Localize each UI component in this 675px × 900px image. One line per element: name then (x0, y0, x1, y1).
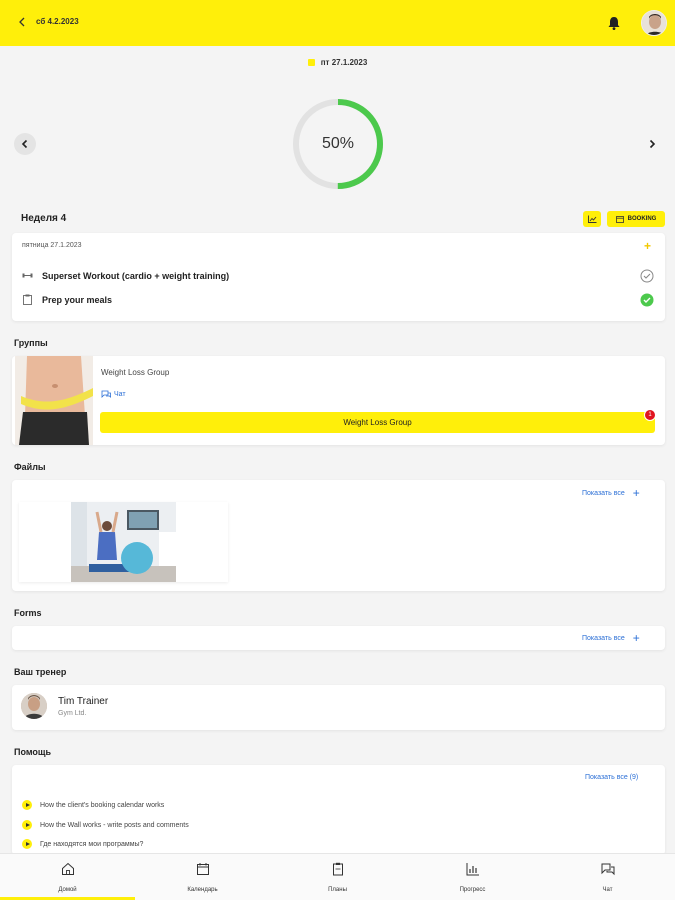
nav-label: Чат (602, 887, 613, 893)
trainer-name: Tim Trainer (58, 696, 109, 707)
nav-plans[interactable]: Планы (270, 862, 405, 893)
task-label: Prep your meals (42, 295, 113, 305)
add-task-button[interactable]: + (644, 239, 651, 253)
chevron-left-icon[interactable] (14, 14, 30, 30)
chart-button[interactable] (583, 211, 601, 227)
nav-label: Домой (58, 887, 77, 893)
play-icon (22, 800, 32, 810)
previous-day-button[interactable] (14, 133, 36, 155)
plus-icon: + (632, 486, 640, 500)
calendar-icon (615, 216, 624, 223)
trainer-org: Gym Ltd. (58, 710, 87, 717)
nav-label: Прогресс (459, 887, 486, 893)
group-image (15, 356, 93, 445)
help-show-all-button[interactable]: Показать все (9) (585, 774, 638, 781)
files-show-all-label: Показать все (582, 489, 625, 497)
home-icon (61, 862, 74, 875)
dumbbell-icon (22, 273, 33, 278)
clipboard-icon (23, 294, 32, 305)
group-card[interactable]: Weight Loss Group Чат Weight Loss Group (12, 356, 665, 445)
files-title: Файлы (14, 462, 46, 472)
group-open-button[interactable]: Weight Loss Group (100, 412, 655, 433)
booking-label: BOOKING (627, 216, 657, 222)
user-avatar[interactable] (641, 10, 667, 36)
booking-button[interactable]: BOOKING (607, 211, 665, 227)
chevron-left-icon (21, 139, 28, 149)
next-day-button[interactable] (641, 133, 663, 155)
chevron-right-icon (649, 139, 656, 149)
nav-chat[interactable]: Чат (540, 862, 675, 893)
help-card: Показать все (9) How the client's bookin… (12, 765, 665, 855)
day-header: пятница 27.1.2023 (22, 242, 82, 249)
calendar-icon (196, 863, 209, 875)
play-icon (22, 820, 32, 830)
group-chat-link[interactable]: Чат (101, 390, 126, 398)
trainer-avatar (21, 693, 47, 719)
current-date-label: пт 27.1.2023 (320, 58, 368, 67)
trainer-title: Ваш тренер (14, 667, 67, 677)
trainer-card[interactable]: Tim Trainer Gym Ltd. (12, 685, 665, 730)
week-title: Неделя 4 (21, 213, 67, 224)
file-thumbnail[interactable] (19, 502, 228, 582)
chat-icon (601, 863, 614, 876)
line-chart-icon (587, 215, 596, 223)
help-item[interactable]: How the client's booking calendar works (22, 800, 164, 810)
forms-title: Forms (14, 608, 42, 618)
day-card: пятница 27.1.2023 + Superset Workout (ca… (12, 233, 665, 321)
help-item[interactable]: How the Wall works - write posts and com… (22, 820, 189, 830)
nav-calendar[interactable]: Календарь (135, 862, 270, 893)
nav-label: Календарь (187, 887, 218, 893)
help-item-label: How the client's booking calendar works (40, 801, 165, 809)
chat-icon (101, 390, 111, 398)
forms-show-all-button[interactable]: Показать все + (582, 631, 640, 645)
plan-icon (332, 862, 343, 876)
check-outline-icon[interactable] (640, 269, 654, 283)
plus-icon: + (632, 631, 640, 645)
file-image (71, 502, 176, 582)
files-card: Показать все + (12, 480, 665, 591)
header-date: сб 4.2.2023 (36, 17, 79, 26)
nav-progress[interactable]: Прогресс (405, 862, 540, 893)
task-label: Superset Workout (cardio + weight traini… (42, 271, 230, 281)
group-chat-label: Чат (114, 390, 126, 398)
play-icon (22, 839, 32, 849)
nav-label: Планы (328, 887, 347, 893)
help-item[interactable]: Где находятся мои программы? (22, 839, 143, 849)
group-name: Weight Loss Group (101, 368, 170, 377)
forms-show-all-label: Показать все (582, 634, 625, 642)
groups-title: Группы (14, 338, 48, 348)
progress-chart-icon (466, 863, 479, 876)
task-row[interactable]: Prep your meals (12, 290, 665, 310)
bottom-navigation: Домой Календарь Планы Прогресс Чат (0, 853, 675, 900)
check-filled-icon[interactable] (640, 293, 654, 307)
notification-badge: 1 (644, 409, 656, 421)
current-date[interactable]: пт 27.1.2023 (0, 58, 675, 67)
bell-icon[interactable] (607, 15, 621, 31)
task-row[interactable]: Superset Workout (cardio + weight traini… (12, 266, 665, 286)
progress-percent: 50% (321, 135, 355, 152)
nav-home[interactable]: Домой (0, 862, 135, 893)
top-bar: сб 4.2.2023 (0, 0, 675, 46)
help-item-label: How the Wall works - write posts and com… (40, 821, 189, 829)
files-show-all-button[interactable]: Показать все + (582, 486, 640, 500)
help-item-label: Где находятся мои программы? (40, 840, 144, 848)
forms-card: Показать все + (12, 626, 665, 650)
calendar-small-icon (307, 59, 315, 67)
help-title: Помощь (14, 747, 52, 757)
